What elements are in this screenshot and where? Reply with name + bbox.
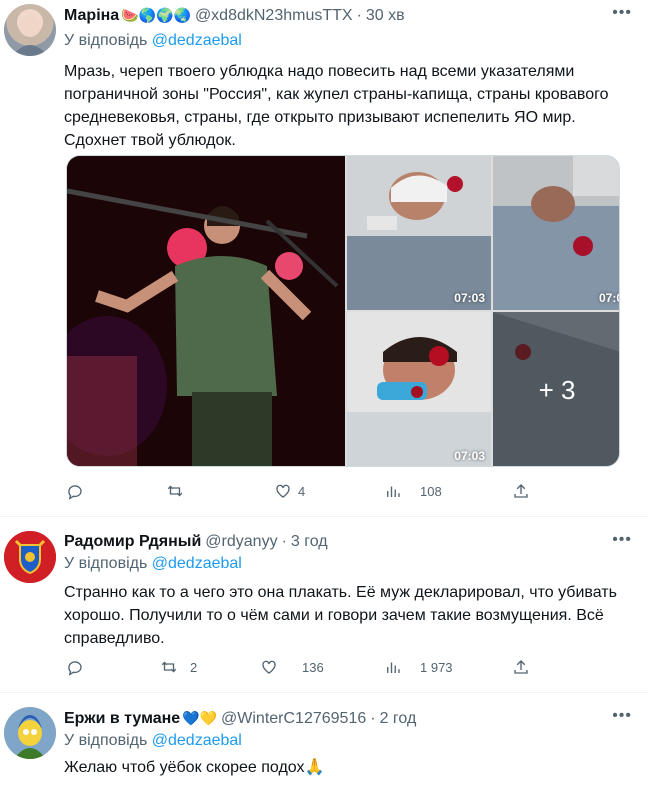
tweet-text: Мразь, череп твоего ублюдка надо повесит…	[64, 63, 609, 149]
name-emoji: 💙💛	[182, 710, 218, 726]
share-button[interactable]	[512, 482, 530, 500]
avatar[interactable]	[4, 4, 56, 56]
heart-icon	[276, 484, 290, 498]
like-count: 136	[302, 659, 324, 675]
coat-of-arms-image	[4, 531, 56, 583]
video-duration: 07:03	[454, 291, 485, 305]
reply-prefix: У відповідь	[64, 32, 148, 49]
reply-icon	[68, 661, 82, 676]
retweet-button[interactable]: 2	[160, 658, 197, 676]
timeline: Маріна 🍉🌎🌍🌏 @xd8dkN23hmusTTX · 30 хв •••…	[0, 0, 648, 786]
avatar[interactable]	[4, 707, 56, 759]
tweet-text: Странно как то а чего это она плакать. Е…	[64, 584, 617, 647]
tweet-text: Желаю чтоб уёбок скорее подох🙏	[64, 759, 325, 776]
views-button[interactable]: 108	[384, 482, 442, 500]
media-photo-1[interactable]: 07:03	[347, 156, 491, 310]
display-name[interactable]: Маріна	[64, 5, 119, 27]
user-handle[interactable]: @rdyanyy	[205, 531, 277, 553]
replying-to: У відповідь @dedzaebal	[64, 730, 632, 752]
name-emoji: 🍉🌎🌍🌏	[121, 7, 191, 23]
more-horizontal-icon[interactable]: •••	[612, 707, 632, 725]
heart-icon	[262, 660, 276, 674]
tweet[interactable]: Ержи в тумане 💙💛 @WinterC12769516 · 2 го…	[0, 693, 648, 786]
timestamp[interactable]: 2 год	[380, 708, 417, 730]
media-photo-main[interactable]	[67, 156, 345, 466]
tweet[interactable]: Маріна 🍉🌎🌍🌏 @xd8dkN23hmusTTX · 30 хв •••…	[0, 0, 648, 517]
reply-icon	[68, 485, 82, 500]
more-media-overlay[interactable]: + 3	[493, 312, 619, 466]
retweet-button[interactable]	[166, 482, 190, 500]
separator-dot: ·	[370, 710, 376, 727]
share-button[interactable]	[512, 658, 530, 676]
cartoon-avatar-image	[4, 707, 56, 759]
hospital-photo	[347, 156, 491, 310]
views-button[interactable]: 1 973	[384, 658, 453, 676]
avatar-image	[12, 13, 48, 56]
tweet-header: Ержи в тумане 💙💛 @WinterC12769516 · 2 го…	[64, 707, 632, 730]
reply-prefix: У відповідь	[64, 732, 148, 749]
tweet-header: Радомир Рдяный @rdyanyy · 3 год	[64, 531, 632, 553]
hospital-photo	[347, 312, 491, 466]
retweet-icon	[167, 485, 183, 497]
video-duration: 07:03	[454, 449, 485, 463]
reply-mention[interactable]: @dedzaebal	[152, 32, 242, 49]
media-photo-3[interactable]: 07:03	[347, 312, 491, 466]
replying-to: У відповідь @dedzaebal	[64, 30, 632, 52]
more-horizontal-icon[interactable]: •••	[612, 531, 632, 549]
tweet-body: Маріна 🍉🌎🌍🌏 @xd8dkN23hmusTTX · 30 хв •••…	[64, 0, 632, 152]
tweet[interactable]: Радомир Рдяный @rdyanyy · 3 год ••• У ві…	[0, 517, 648, 693]
user-handle[interactable]: @xd8dkN23hmusTTX	[195, 5, 353, 27]
media-grid[interactable]: 07:03 07: 07:03 + 3	[66, 155, 620, 467]
reply-mention[interactable]: @dedzaebal	[152, 732, 242, 749]
tweet-body: Ержи в тумане 💙💛 @WinterC12769516 · 2 го…	[64, 707, 632, 779]
retweet-icon	[161, 661, 177, 673]
media-photo-2[interactable]: 07:0	[493, 156, 619, 310]
views-count: 108	[420, 483, 442, 499]
replying-to: У відповідь @dedzaebal	[64, 553, 632, 575]
share-icon	[514, 484, 528, 498]
views-icon	[387, 486, 400, 497]
tweet-body: Радомир Рдяный @rdyanyy · 3 год ••• У ві…	[64, 531, 632, 650]
timestamp[interactable]: 3 год	[291, 531, 328, 553]
media-photo-more[interactable]: + 3	[493, 312, 619, 466]
reply-button[interactable]	[66, 482, 90, 500]
more-media-count: + 3	[538, 374, 576, 405]
display-name[interactable]: Ержи в тумане	[64, 708, 180, 730]
avatar[interactable]	[4, 531, 56, 583]
separator-dot: ·	[356, 7, 362, 24]
concert-photo	[67, 156, 345, 466]
display-name[interactable]: Радомир Рдяный	[64, 531, 201, 553]
like-button[interactable]: 136	[260, 658, 324, 676]
views-icon	[387, 662, 400, 673]
retweet-count: 2	[190, 659, 198, 675]
reply-mention[interactable]: @dedzaebal	[152, 555, 242, 572]
hospital-photo	[493, 156, 619, 310]
views-count: 1 973	[420, 659, 453, 675]
reply-prefix: У відповідь	[64, 555, 148, 572]
user-handle[interactable]: @WinterC12769516	[221, 708, 366, 730]
share-icon	[514, 660, 528, 674]
separator-dot: ·	[281, 533, 287, 550]
like-button[interactable]: 4	[274, 482, 305, 500]
timestamp[interactable]: 30 хв	[366, 5, 405, 27]
more-horizontal-icon[interactable]: •••	[612, 4, 632, 22]
reply-button[interactable]	[66, 658, 90, 676]
tweet-header: Маріна 🍉🌎🌍🌏 @xd8dkN23hmusTTX · 30 хв	[64, 4, 632, 27]
video-duration: 07:0	[598, 291, 619, 305]
like-count: 4	[298, 483, 306, 499]
